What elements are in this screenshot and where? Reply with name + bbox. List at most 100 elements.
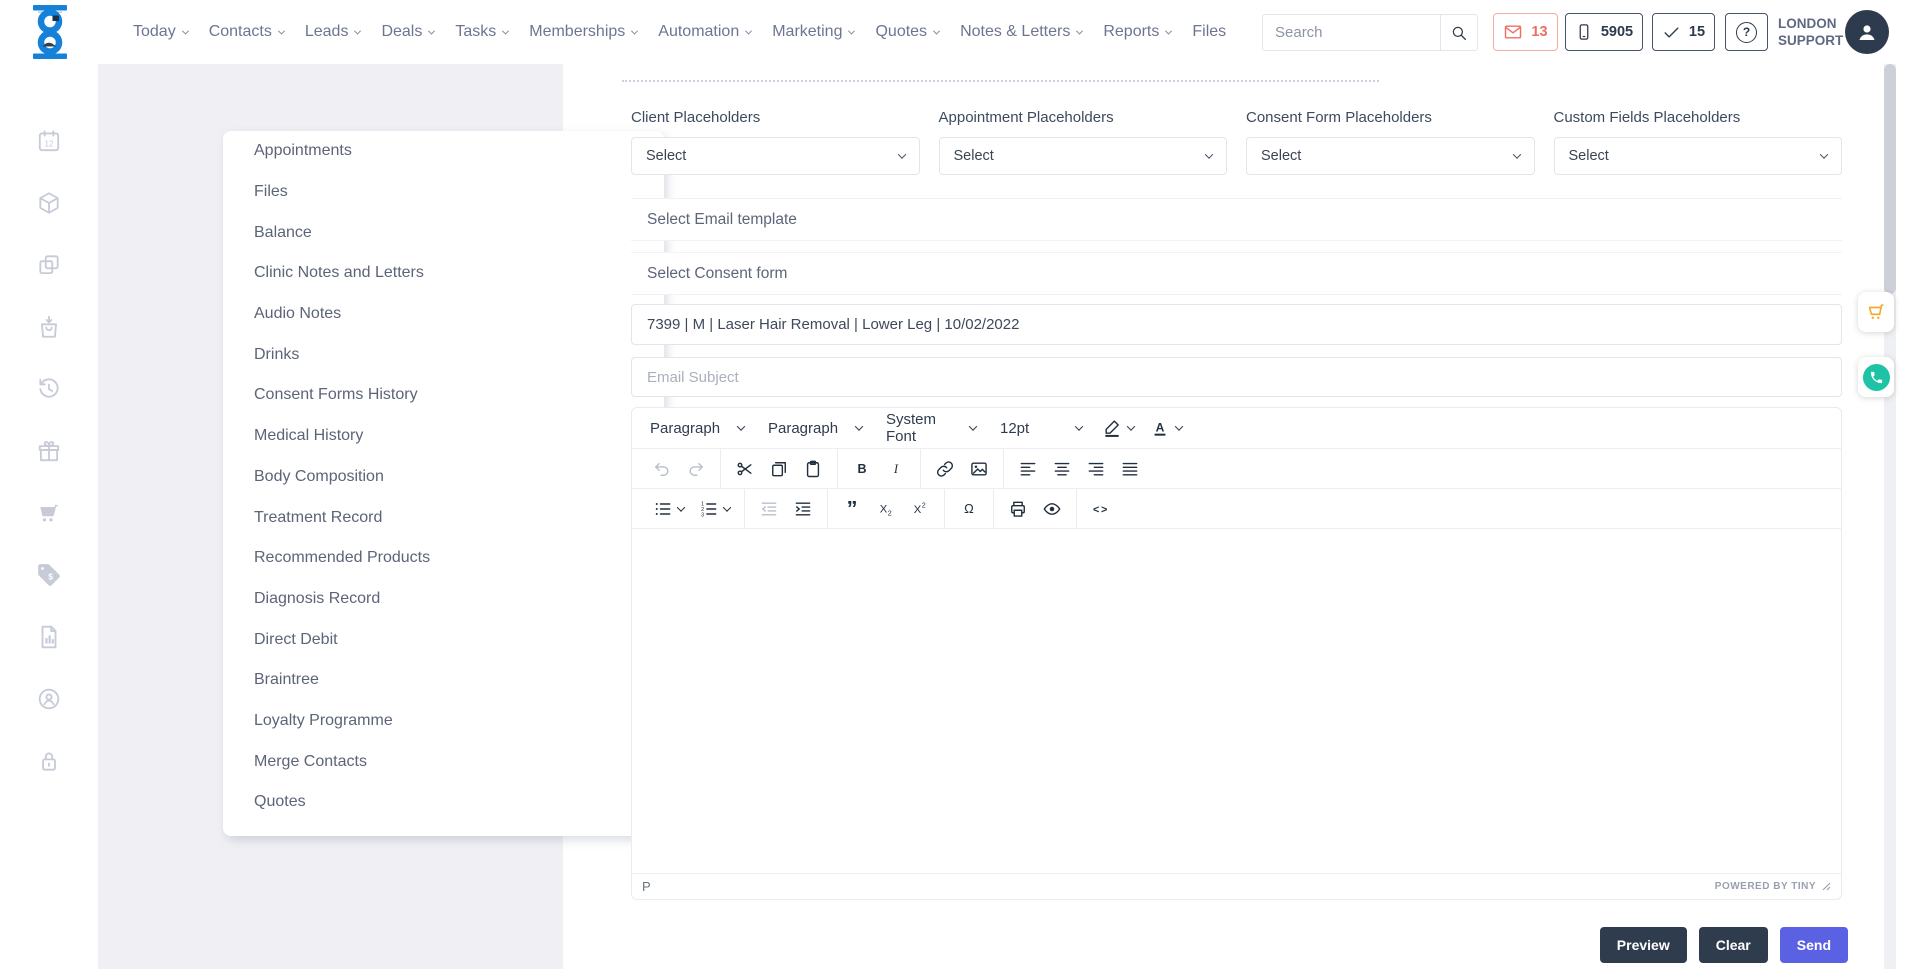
undo-button[interactable]: [645, 454, 679, 484]
sidebar-menu-item[interactable]: Files: [223, 172, 664, 213]
placeholder-select[interactable]: Select: [939, 137, 1228, 175]
cut-button[interactable]: [728, 454, 762, 484]
help-button[interactable]: ?: [1725, 13, 1768, 51]
bold-button[interactable]: B: [845, 454, 879, 484]
email-subject-field[interactable]: [631, 357, 1842, 397]
placeholder-select[interactable]: Select: [1246, 137, 1535, 175]
nav-item[interactable]: Quotes: [875, 23, 939, 41]
sidebar-menu-item[interactable]: Recommended Products: [223, 538, 664, 579]
copy-button[interactable]: [762, 454, 796, 484]
call-floating-button[interactable]: [1858, 357, 1894, 397]
user-avatar[interactable]: [1845, 10, 1889, 54]
text-color-button[interactable]: A: [1142, 411, 1190, 445]
italic-button[interactable]: I: [879, 454, 913, 484]
sidebar-menu-item[interactable]: Body Composition: [223, 457, 664, 498]
sidebar-menu-item[interactable]: Diagnosis Record: [223, 579, 664, 620]
superscript-button[interactable]: X 2: [903, 494, 937, 524]
sidebar-menu-item[interactable]: Quotes: [223, 782, 664, 823]
print-button[interactable]: [1001, 494, 1035, 524]
placeholder-select[interactable]: Select: [1554, 137, 1843, 175]
sidebar-menu-item[interactable]: Merge Contacts: [223, 741, 664, 782]
paragraph-format-select[interactable]: Paragraph: [756, 411, 874, 445]
resize-handle-icon[interactable]: [1822, 882, 1831, 891]
nav-item[interactable]: Leads: [305, 23, 361, 41]
preview-button-toolbar[interactable]: [1035, 494, 1069, 524]
sidebar-menu-item[interactable]: Braintree: [223, 660, 664, 701]
cart-floating-button[interactable]: [1858, 292, 1894, 332]
placeholder-select[interactable]: Select: [631, 137, 920, 175]
app-logo[interactable]: [30, 5, 70, 64]
sidebar-menu-item[interactable]: Audio Notes: [223, 294, 664, 335]
email-notifications-badge[interactable]: 13: [1493, 13, 1558, 51]
nav-item[interactable]: Deals: [381, 23, 434, 41]
calendar-icon[interactable]: 12: [36, 128, 62, 154]
nav-item[interactable]: Today: [133, 23, 188, 41]
align-center-button[interactable]: [1045, 454, 1079, 484]
bullet-list-button[interactable]: [645, 494, 691, 524]
redo-button[interactable]: [679, 454, 713, 484]
check-icon: [1662, 23, 1681, 42]
align-left-button[interactable]: [1011, 454, 1045, 484]
sidebar-menu-item-label: Quotes: [254, 793, 306, 811]
gift-icon[interactable]: [36, 438, 62, 464]
paste-button[interactable]: [796, 454, 830, 484]
align-right-button[interactable]: [1079, 454, 1113, 484]
sidebar-menu-item[interactable]: Appointments: [223, 131, 664, 172]
sidebar-menu-item[interactable]: Direct Debit: [223, 619, 664, 660]
numbered-list-button[interactable]: 1 2 3: [691, 494, 737, 524]
sidebar-menu-item[interactable]: Treatment Record: [223, 497, 664, 538]
history-icon[interactable]: [36, 376, 62, 402]
clear-button[interactable]: Clear: [1699, 927, 1768, 963]
justify-button[interactable]: [1113, 454, 1147, 484]
insert-image-button[interactable]: [962, 454, 996, 484]
page-scrollbar[interactable]: [1884, 64, 1896, 969]
sidebar-menu-item[interactable]: Loyalty Programme: [223, 701, 664, 742]
sidebar-menu-item[interactable]: Balance: [223, 212, 664, 253]
tinymce-branding[interactable]: POWERED BY TINY: [1715, 881, 1816, 892]
sidebar-menu-item[interactable]: Clinic Notes and Letters: [223, 253, 664, 294]
expander-row[interactable]: Select Email template: [631, 198, 1842, 241]
price-tag-icon[interactable]: $: [36, 562, 62, 588]
search-input[interactable]: [1262, 14, 1440, 51]
blockquote-button[interactable]: ”: [835, 494, 869, 524]
scrollbar-thumb[interactable]: [1884, 64, 1896, 294]
treatment-reference-field[interactable]: [631, 304, 1842, 345]
nav-item[interactable]: Reports: [1103, 23, 1171, 41]
nav-item[interactable]: Marketing: [772, 23, 854, 41]
nav-item[interactable]: Automation: [658, 23, 751, 41]
style-select[interactable]: Paragraph: [638, 411, 756, 445]
expander-row[interactable]: Select Consent form: [631, 252, 1842, 295]
element-path[interactable]: P: [642, 879, 651, 894]
font-family-select[interactable]: System Font: [874, 411, 988, 445]
package-icon[interactable]: [36, 190, 62, 216]
font-size-select[interactable]: 12pt: [988, 411, 1094, 445]
nav-item[interactable]: Notes & Letters: [960, 23, 1082, 41]
report-icon[interactable]: [36, 624, 62, 650]
nav-item-label: Memberships: [529, 23, 625, 41]
indent-button[interactable]: [786, 494, 820, 524]
highlight-color-button[interactable]: [1094, 411, 1142, 445]
source-code-button[interactable]: <>: [1084, 494, 1118, 524]
search-button[interactable]: [1440, 14, 1478, 51]
nav-item[interactable]: Tasks: [455, 23, 508, 41]
preview-button[interactable]: Preview: [1600, 927, 1687, 963]
phone-notifications-badge[interactable]: 5905: [1565, 13, 1643, 51]
special-character-button[interactable]: Ω: [952, 494, 986, 524]
editor-content-area[interactable]: [632, 529, 1841, 873]
subscript-button[interactable]: X 2: [869, 494, 903, 524]
sidebar-menu-item[interactable]: Drinks: [223, 334, 664, 375]
link-button[interactable]: [928, 454, 962, 484]
outdent-button[interactable]: [752, 494, 786, 524]
nav-item[interactable]: Contacts: [209, 23, 284, 41]
nav-item[interactable]: Files: [1192, 23, 1238, 41]
sidebar-menu-item[interactable]: Consent Forms History: [223, 375, 664, 416]
nav-item[interactable]: Memberships: [529, 23, 637, 41]
cart-icon[interactable]: [36, 500, 62, 526]
support-icon[interactable]: [36, 686, 62, 712]
copy-icon[interactable]: [36, 252, 62, 278]
lock-icon[interactable]: [36, 748, 62, 774]
tasks-badge[interactable]: 15: [1652, 13, 1715, 51]
bag-download-icon[interactable]: [36, 314, 62, 340]
send-button[interactable]: Send: [1780, 927, 1848, 963]
sidebar-menu-item[interactable]: Medical History: [223, 416, 664, 457]
